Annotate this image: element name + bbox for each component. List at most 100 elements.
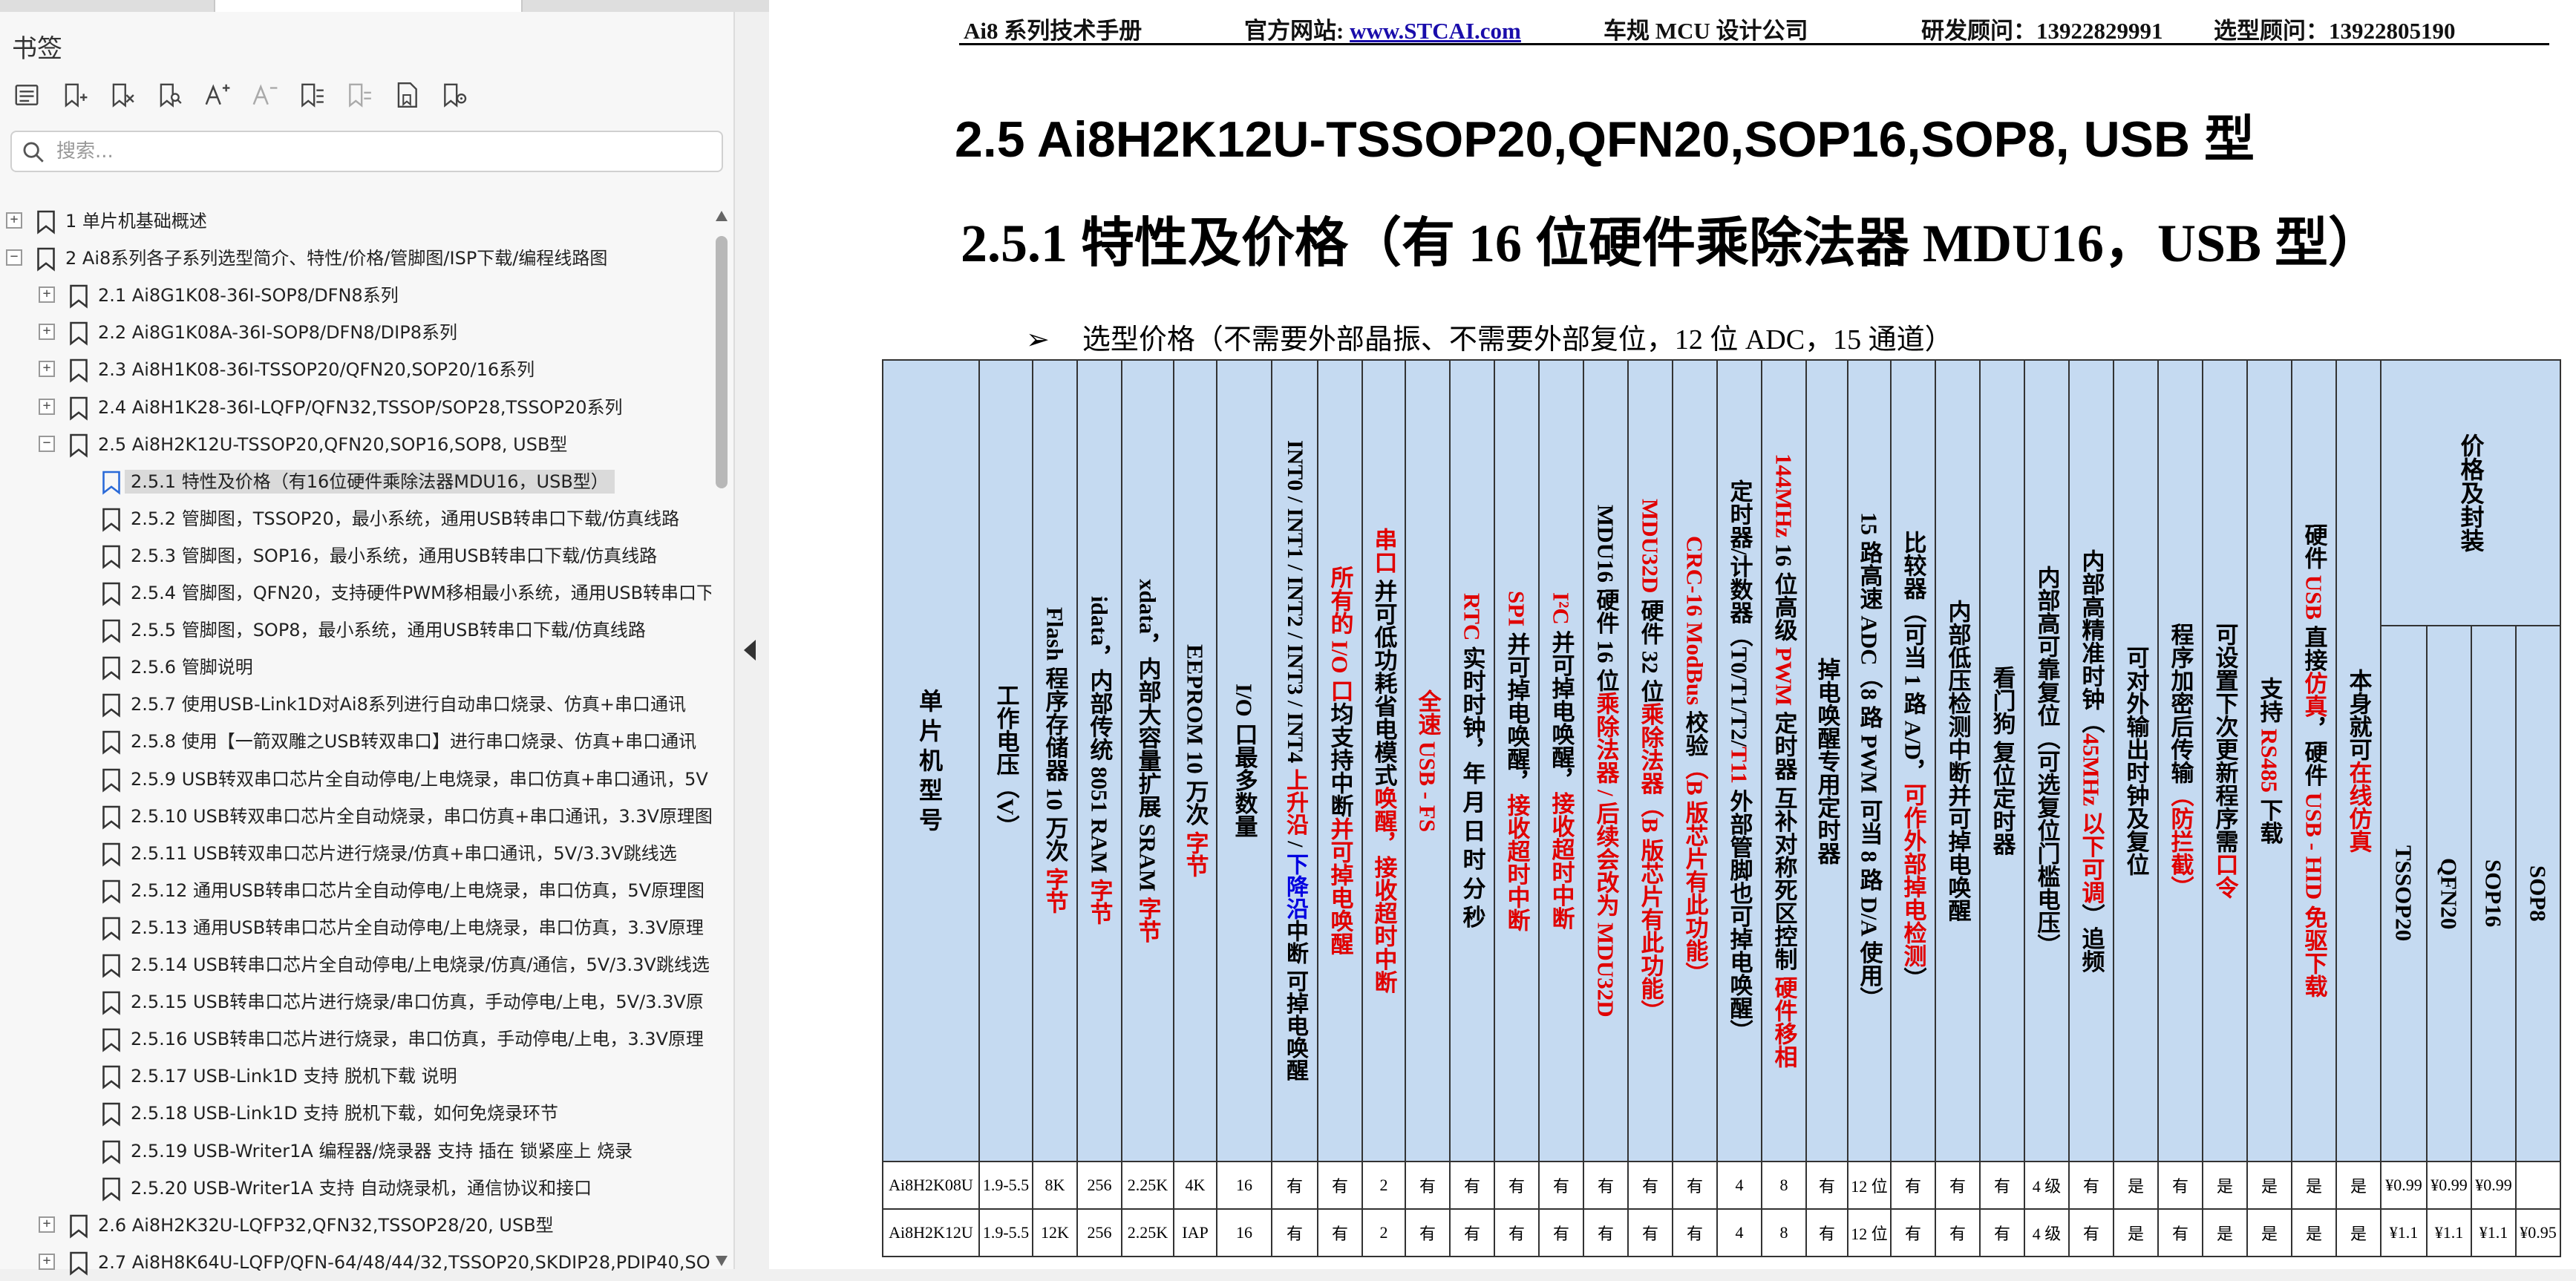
bookmark-item[interactable]: +2.6 Ai8H2K32U-LQFP32,QFN32,TSSOP28/20, … [0,1208,711,1243]
bookmark-icon [36,246,56,272]
bookmark-item[interactable]: +2.3 Ai8H1K08-36I-TSSOP20/QFN20,SOP20/16… [0,352,711,387]
header-website: 官方网站: www.STCAI.com [1244,12,1521,45]
bookmark-icon [101,1139,122,1164]
bullet-text: 选型价格（不需要外部晶振、不需要外部复位，12 位 ADC，15 通道） [1082,324,1953,356]
expand-node-icon[interactable]: + [39,286,55,304]
bookmark-label: 2.5 Ai8H2K12U-TSSOP20,QFN20,SOP16,SOP8, … [98,433,568,455]
bookmark-icon [101,805,122,830]
bookmark-label: 2.2 Ai8G1K08A-36I-SOP8/DFN8/DIP8系列 [98,322,457,344]
expand-node-icon[interactable]: + [6,212,22,229]
table-cell: 是 [2335,1208,2382,1257]
bookmark-item[interactable]: 2.5.8 使用【一箭双雕之USB转双串口】进行串口烧录、仿真+串口通讯 [0,724,711,759]
bookmark-item[interactable]: 2.5.18 USB-Link1D 支持 脱机下载，如何免烧录环节 [0,1095,711,1131]
bookmarks-panel-title: 书签 [12,34,62,64]
bookmark-item[interactable]: 2.5.7 使用USB-Link1D对Ai8系列进行自动串口烧录、仿真+串口通讯 [0,687,711,722]
add-bookmark-icon[interactable] [58,79,91,111]
panel-collapse-strip[interactable] [735,12,769,1269]
table-cell: 是 [2202,1161,2248,1210]
bookmark-item[interactable]: 2.5.13 通用USB转串口芯片全自动停电/上电烧录，串口仿真，3.3V原理 [0,910,711,946]
bookmark-label: 2.3 Ai8H1K08-36I-TSSOP20/QFN20,SOP20/16系… [98,359,535,381]
expand-all-icon[interactable] [295,79,328,111]
expand-node-icon[interactable]: + [39,361,55,378]
collapse-panel-arrow-icon[interactable] [744,640,756,661]
bookmark-item[interactable]: 2.5.12 通用USB转串口芯片全自动停电/上电烧录，串口仿真，5V原理图 [0,873,711,908]
expand-node-icon[interactable]: + [39,1216,55,1233]
bookmark-label: 2.5.10 USB转双串口芯片全自动烧录，串口仿真+串口通讯，3.3V原理图 [131,805,711,827]
bookmark-item[interactable]: 2.5.10 USB转双串口芯片全自动烧录，串口仿真+串口通讯，3.3V原理图 [0,799,711,834]
table-cell: 16 [1216,1208,1272,1257]
bookmark-icon [101,618,122,643]
bookmark-settings-icon[interactable] [438,79,471,111]
bookmark-item[interactable]: 2.5.3 管脚图，SOP16，最小系统，通用USB转串口下载/仿真线路 [0,538,711,574]
bookmark-item[interactable]: +1 单片机基础概述 [0,203,711,239]
table-cell: 256 [1076,1161,1122,1210]
table-cell: 有 [1627,1208,1673,1257]
collapse-all-icon[interactable] [343,79,376,111]
bookmark-item[interactable]: 2.5.17 USB-Link1D 支持 脱机下载 说明 [0,1058,711,1094]
bookmark-icon [101,767,122,793]
table-cell: ¥1.1 [2426,1208,2472,1257]
bookmark-item[interactable]: 2.5.20 USB-Writer1A 支持 自动烧录机，通信协议和接口 [0,1170,711,1206]
bookmark-search-box[interactable] [10,131,723,172]
collapse-node-icon[interactable]: − [39,435,55,452]
bookmark-list-icon[interactable] [10,79,43,111]
bookmark-label: 2.5.7 使用USB-Link1D对Ai8系列进行自动串口烧录、仿真+串口通讯 [131,694,686,715]
delete-bookmark-icon[interactable] [105,79,138,111]
table-cell: 4 级 [2024,1161,2070,1210]
bookmark-page-icon[interactable] [390,79,423,111]
table-cell: 有 [1890,1161,1936,1210]
table-cell: 4 [1716,1161,1762,1210]
website-link[interactable]: www.STCAI.com [1350,18,1521,44]
table-cell: 有 [1672,1208,1718,1257]
bookmark-item[interactable]: 2.5.19 USB-Writer1A 编程器/烧录器 支持 插在 锁紧座上 烧… [0,1133,711,1169]
bookmark-label: 2.5.14 USB转串口芯片全自动停电/上电烧录/仿真/通信，5V/3.3V跳… [131,954,710,975]
font-increase-icon[interactable] [200,79,233,111]
bookmark-item[interactable]: +2.7 Ai8H8K64U-LQFP/QFN-64/48/44/32,TSSO… [0,1245,711,1280]
table-cell: 是 [2291,1161,2337,1210]
table-cell: 有 [1979,1161,2025,1210]
bookmark-item[interactable]: +2.1 Ai8G1K08-36I-SOP8/DFN8系列 [0,278,711,313]
bookmark-item[interactable]: 2.5.1 特性及价格（有16位硬件乘除法器MDU16，USB型） [0,464,711,499]
bookmark-item[interactable]: − 2 Ai8系列各子系列选型简介、特性/价格/管脚图/ISP下载/编程线路图 [0,240,711,276]
col-header-clock: 内部高精准时钟（45MHz 以下可调）追频 [2068,359,2114,1162]
collapse-node-icon[interactable]: − [6,249,22,266]
table-cell: 2 [1361,1161,1406,1210]
col-header-package: TSSOP20 [2380,625,2428,1162]
scroll-up-arrow-icon[interactable] [716,211,728,221]
table-cell: 有 [1538,1208,1584,1257]
table-row: Ai8H2K08U 1.9-5.5 8K 256 2.25K 4K 16 有有 2 有有有有有有有… [882,1161,2561,1210]
table-cell: 有 [1935,1161,1981,1210]
col-header-update-cmd: 可设置下次更新程序需口令 [2202,359,2248,1162]
search-bookmark-icon[interactable] [153,79,186,111]
bookmark-item[interactable]: 2.5.4 管脚图，QFN20，支持硬件PWM移相最小系统，通用USB转串口下 [0,575,711,611]
bookmark-tree-scrollbar[interactable] [711,203,732,1272]
bookmark-item[interactable]: +2.2 Ai8G1K08A-36I-SOP8/DFN8/DIP8系列 [0,315,711,350]
header-manual-title: Ai8 系列技术手册 [964,18,1142,44]
bookmark-item[interactable]: 2.5.2 管脚图，TSSOP20，最小系统，通用USB转串口下载/仿真线路 [0,501,711,537]
table-cell: 16 [1216,1161,1272,1210]
bookmark-item[interactable]: 2.5.15 USB转串口芯片进行烧录/串口仿真，手动停电/上电，5V/3.3V… [0,984,711,1020]
bookmark-item[interactable]: 2.5.5 管脚图，SOP8，最小系统，通用USB转串口下载/仿真线路 [0,612,711,648]
col-header-reset: 内部高可靠复位（可选复位门槛电压） [2024,359,2070,1162]
bookmark-item[interactable]: 2.5.14 USB转串口芯片全自动停电/上电烧录/仿真/通信，5V/3.3V跳… [0,947,711,983]
scrollbar-thumb[interactable] [716,236,728,488]
document-tab[interactable] [0,0,215,12]
bookmark-item[interactable]: 2.5.6 管脚说明 [0,649,711,685]
expand-node-icon[interactable]: + [39,1253,55,1270]
col-header-flash: Flash 程序存储器 10 万次 字节 [1032,359,1078,1162]
bookmark-item[interactable]: 2.5.16 USB转串口芯片进行烧录，串口仿真，手动停电/上电，3.3V原理 [0,1021,711,1057]
expand-node-icon[interactable]: + [39,398,55,415]
bookmark-item[interactable]: 2.5.9 USB转双串口芯片全自动停电/上电烧录，串口仿真+串口通讯，5V [0,761,711,797]
bookmark-item[interactable]: +2.4 Ai8H1K28-36I-LQFP/QFN32,TSSOP/SOP28… [0,390,711,425]
bookmark-item[interactable]: 2.5.11 USB转双串口芯片进行烧录/仿真+串口通讯，5V/3.3V跳线选 [0,836,711,871]
bookmark-item[interactable]: − 2.5 Ai8H2K12U-TSSOP20,QFN20,SOP16,SOP8,… [0,427,711,462]
scroll-down-arrow-icon[interactable] [716,1256,728,1266]
font-decrease-icon[interactable] [248,79,281,111]
table-cell: 8K [1032,1161,1078,1210]
table-cell: 有 [2157,1161,2203,1210]
document-tab-active[interactable] [215,0,523,12]
bookmark-label: 2.1 Ai8G1K08-36I-SOP8/DFN8系列 [98,285,399,307]
bookmark-search-input[interactable] [56,137,710,166]
col-header-rs485: 支持 RS485 下载 [2246,359,2292,1162]
expand-node-icon[interactable]: + [39,324,55,341]
